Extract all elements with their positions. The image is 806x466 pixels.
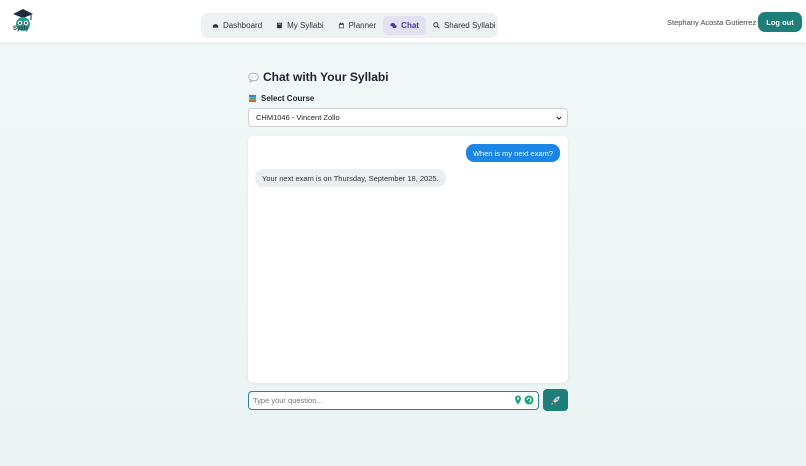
speech-bubble-icon	[248, 72, 259, 83]
nav-my-syllabi[interactable]: My Syllabi	[269, 16, 330, 35]
page-title: Chat with Your Syllabi	[248, 70, 389, 84]
location-pin-icon[interactable]	[514, 395, 522, 405]
nav-planner[interactable]: Planner	[331, 16, 384, 35]
user-name: Stephany Acosta Gutierrez	[667, 18, 757, 27]
course-label: Select Course	[248, 94, 314, 103]
nav-chat[interactable]: Chat	[383, 16, 426, 35]
book-icon	[277, 22, 283, 29]
nav-shared-syllabi-label: Shared Syllabi	[443, 21, 496, 30]
chevron-down-icon	[556, 116, 562, 120]
course-label-text: Select Course	[261, 94, 315, 103]
chat-icon	[390, 23, 397, 29]
selected-course: CHM1046 - Vincent Zollo	[256, 113, 340, 122]
chat-panel: When is my next exam? Your next exam is …	[248, 136, 568, 383]
main-nav: Dashboard My Syllabi Planner Chat Shared…	[201, 13, 498, 38]
top-header: Syllly Dashboard My Syllabi Planner Chat…	[0, 0, 806, 44]
rocket-icon	[550, 395, 560, 405]
send-button[interactable]	[543, 389, 568, 411]
nav-my-syllabi-label: My Syllabi	[287, 21, 324, 30]
search-icon	[433, 22, 440, 29]
dashboard-icon	[212, 24, 219, 28]
nav-shared-syllabi[interactable]: Shared Syllabi	[426, 16, 503, 35]
books-icon	[248, 94, 257, 102]
logo-text: Syllly	[13, 26, 29, 32]
grammar-check-icon[interactable]	[524, 395, 534, 405]
nav-dashboard[interactable]: Dashboard	[205, 16, 269, 35]
logout-button[interactable]: Log out	[758, 12, 802, 32]
assistant-message: Your next exam is on Thursday, September…	[255, 169, 446, 187]
user-message: When is my next exam?	[465, 144, 560, 162]
calendar-icon	[338, 22, 344, 29]
course-select[interactable]: CHM1046 - Vincent Zollo	[248, 108, 568, 127]
nav-chat-label: Chat	[401, 21, 419, 30]
page-title-text: Chat with Your Syllabi	[263, 70, 389, 84]
nav-planner-label: Planner	[348, 21, 377, 30]
nav-dashboard-label: Dashboard	[223, 21, 263, 30]
question-input[interactable]	[253, 394, 508, 407]
question-input-wrapper	[248, 391, 539, 410]
